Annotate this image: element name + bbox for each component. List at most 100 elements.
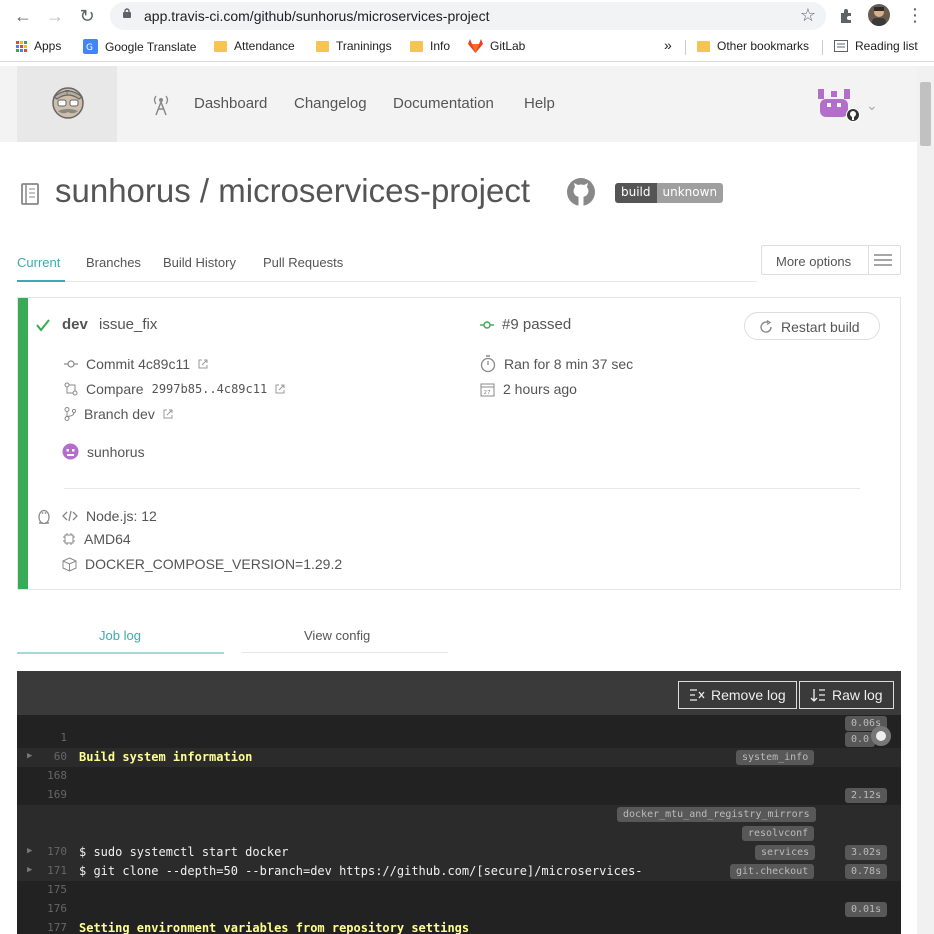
folder-icon [410, 40, 423, 52]
author-avatar [62, 443, 79, 460]
remove-log-button[interactable]: Remove log [678, 681, 797, 709]
forward-arrow-icon[interactable]: → [44, 5, 66, 27]
restart-build-button[interactable]: Restart build [744, 312, 880, 340]
nav-changelog[interactable]: Changelog [294, 95, 367, 112]
build-branch[interactable]: dev [62, 316, 88, 333]
build-duration: Ran for 8 min 37 sec [480, 355, 633, 373]
bookmark-gitlab[interactable]: GitLab [468, 39, 525, 53]
job-log-tab-indicator [17, 652, 224, 654]
bookmarks-divider [685, 40, 686, 55]
calendar-icon: 27 [480, 383, 495, 396]
passed-check-icon [36, 319, 50, 332]
github-icon[interactable] [566, 177, 596, 207]
external-link-icon [163, 409, 173, 419]
tab-build-history[interactable]: Build History [163, 255, 236, 270]
logo-container[interactable]: T [17, 66, 117, 142]
build-finished: 27 2 hours ago [480, 381, 577, 397]
log-fold-line[interactable]: resolvconf [17, 824, 901, 843]
branch-icon [64, 407, 76, 421]
log-line[interactable]: 168 [17, 767, 901, 786]
log-duration: 3.02s [845, 845, 888, 860]
tab-branches[interactable]: Branches [86, 255, 141, 270]
folder-icon [697, 40, 710, 52]
browser-toolbar: ← → ↻ app.travis-ci.com/github/sunhorus/… [0, 0, 934, 32]
folder-icon [316, 40, 329, 52]
address-bar[interactable]: app.travis-ci.com/github/sunhorus/micros… [110, 2, 826, 30]
apps-grid-icon [16, 40, 27, 52]
folder-icon [214, 40, 227, 52]
expand-triangle-icon[interactable]: ▶ [27, 865, 32, 875]
scrollbar-thumb[interactable] [920, 82, 931, 146]
broadcast-tower-icon[interactable] [152, 94, 170, 116]
scrollbar-track[interactable] [917, 66, 934, 934]
chevron-down-icon[interactable]: ⌄ [866, 97, 878, 114]
tab-view-config[interactable]: View config [304, 628, 370, 643]
bookmarks-bar: Apps G Google Translate Attendance Trani… [0, 32, 934, 62]
build-env-var: DOCKER_COMPOSE_VERSION=1.29.2 [62, 556, 342, 572]
build-status-badge[interactable]: build unknown [615, 183, 724, 203]
reload-icon[interactable]: ↻ [76, 5, 98, 27]
svg-text:27: 27 [484, 390, 491, 396]
tab-job-log[interactable]: Job log [99, 628, 141, 643]
nav-documentation[interactable]: Documentation [393, 95, 494, 112]
reading-list-icon [834, 40, 848, 52]
build-summary-card: dev issue_fix #9 passed Restart build Co… [17, 297, 901, 590]
build-commit-message[interactable]: issue_fix [99, 316, 157, 333]
more-options-button[interactable]: More options [761, 245, 901, 275]
browser-menu-icon[interactable]: ⋮ [906, 5, 924, 26]
commit-icon [64, 360, 78, 368]
hamburger-menu-icon [874, 254, 892, 266]
log-line[interactable]: 176 0.01s [17, 900, 901, 919]
svg-text:G: G [86, 43, 93, 53]
bookmark-attendance[interactable]: Attendance [214, 39, 295, 53]
bookmark-info[interactable]: Info [410, 39, 450, 53]
log-duration: 2.12s [845, 788, 888, 803]
travis-header: T Dashboard Changelog Documentation Help… [0, 66, 917, 142]
bookmark-other[interactable]: Other bookmarks [697, 39, 809, 53]
bookmarks-overflow[interactable]: » [664, 37, 672, 53]
cpu-chip-icon [63, 533, 75, 545]
tab-pull-requests[interactable]: Pull Requests [263, 255, 343, 270]
bookmark-star-icon[interactable]: ☆ [800, 5, 816, 26]
remove-log-icon [690, 689, 705, 701]
log-fold-line[interactable]: docker_mtu_and_registry_mirrors [17, 805, 901, 824]
profile-avatar[interactable] [868, 4, 890, 26]
url-text: app.travis-ci.com/github/sunhorus/micros… [144, 8, 490, 24]
bookmark-traninings[interactable]: Traninings [316, 39, 392, 53]
bookmark-apps[interactable]: Apps [16, 39, 61, 53]
log-duration: 0.78s [845, 864, 888, 879]
view-config-tab-underline [242, 652, 448, 653]
log-fold-tag: git.checkout [730, 864, 815, 879]
job-log[interactable]: 1 0.06s 0.0 ▶ 60 Build system informatio… [17, 715, 901, 934]
linux-tux-icon [38, 509, 50, 524]
extensions-puzzle-icon[interactable] [838, 6, 856, 24]
raw-log-button[interactable]: Raw log [799, 681, 894, 709]
nav-dashboard[interactable]: Dashboard [194, 95, 267, 112]
branch-link[interactable]: Branch dev [64, 406, 173, 422]
log-line[interactable]: 175 [17, 881, 901, 900]
log-fold-line[interactable]: ▶ 170 $ sudo systemctl start docker serv… [17, 843, 901, 862]
bookmark-google-translate[interactable]: G Google Translate [83, 39, 196, 54]
commit-link[interactable]: Commit 4c89c11 [64, 356, 208, 372]
scroll-to-top-knob[interactable] [871, 726, 891, 746]
tab-current[interactable]: Current [17, 255, 60, 270]
log-line[interactable]: 1 0.06s 0.0 [17, 716, 901, 748]
log-line[interactable]: 177 Setting environment variables from r… [17, 919, 901, 934]
log-fold-line[interactable]: ▶ 171 $ git clone --depth=50 --branch=de… [17, 862, 901, 881]
build-status[interactable]: #9 passed [480, 316, 571, 333]
tabs-divider [17, 281, 757, 282]
back-arrow-icon[interactable]: ← [12, 5, 34, 27]
compare-link[interactable]: Compare 2997b85..4c89c11 [64, 381, 285, 397]
bookmarks-divider [822, 40, 823, 55]
log-fold-tag: docker_mtu_and_registry_mirrors [617, 807, 816, 822]
log-line[interactable]: 169 2.12s [17, 786, 901, 805]
build-author[interactable]: sunhorus [62, 443, 145, 460]
log-duration: 0.01s [845, 902, 888, 917]
expand-triangle-icon[interactable]: ▶ [27, 751, 32, 761]
log-fold-line[interactable]: ▶ 60 Build system information system_inf… [17, 748, 901, 767]
expand-triangle-icon[interactable]: ▶ [27, 846, 32, 856]
log-fold-tag: services [755, 845, 816, 860]
svg-text:T: T [64, 89, 70, 97]
reading-list[interactable]: Reading list [834, 39, 918, 53]
nav-help[interactable]: Help [524, 95, 555, 112]
